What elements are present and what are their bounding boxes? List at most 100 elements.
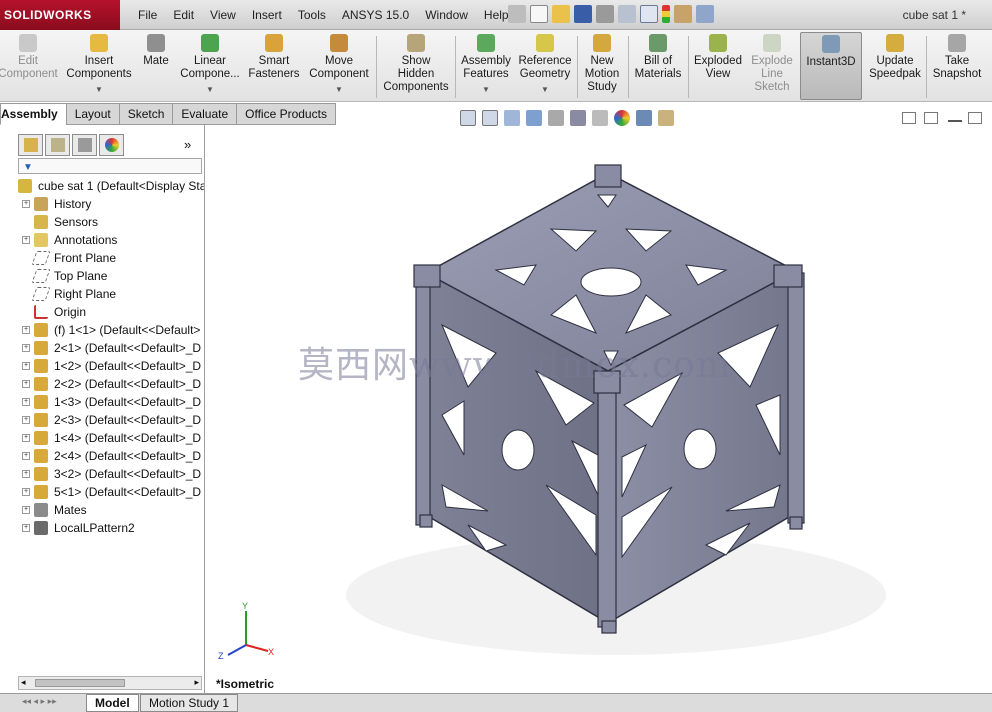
hide-show-items-icon[interactable] [592,110,608,126]
select-arrow-icon[interactable] [640,5,658,23]
tree-item[interactable]: + LocalLPattern2 [18,519,204,537]
expand-icon[interactable]: + [22,200,30,208]
instant3d-button[interactable]: Instant3D [800,32,862,100]
property-manager-tab[interactable] [45,134,70,156]
display-style-icon[interactable] [570,110,586,126]
smart-fasteners-button[interactable]: Smart Fasteners [246,34,302,81]
print-icon[interactable] [596,5,614,23]
pin-icon[interactable] [508,5,526,23]
undo-icon[interactable] [618,5,636,23]
new-motion-study-button[interactable]: New Motion Study [580,34,624,94]
expand-panel-icon[interactable]: » [184,134,191,158]
previous-view-icon[interactable] [504,110,520,126]
tab-layout[interactable]: Layout [65,103,120,125]
watermark: 莫西网www.3dmox.com [298,345,732,386]
solidworks-logo[interactable]: SOLIDWORKS [0,0,120,30]
minimize-icon[interactable] [948,112,962,122]
tree-item[interactable]: +2<2> (Default<<Default>_D [18,375,204,393]
expand-icon[interactable]: + [22,326,30,334]
expand-icon[interactable]: + [22,524,30,532]
tree-item[interactable]: +2<3> (Default<<Default>_D [18,411,204,429]
tree-item[interactable]: + Mates [18,501,204,519]
reference-geometry-button[interactable]: Reference Geometry ▼ [516,34,574,96]
tree-item[interactable]: Sensors [18,213,204,231]
expand-icon[interactable]: + [22,416,30,424]
menu-tools[interactable]: Tools [290,8,334,22]
tree-item[interactable]: +1<2> (Default<<Default>_D [18,357,204,375]
menu-view[interactable]: View [202,8,244,22]
tree-item[interactable]: Front Plane [18,249,204,267]
file-properties-icon[interactable] [674,5,692,23]
expand-icon[interactable]: + [22,434,30,442]
tab-evaluate[interactable]: Evaluate [172,103,238,125]
edit-component-button[interactable]: Edit Component [0,34,58,81]
expand-icon[interactable]: + [22,452,30,460]
tab-motion-study-1[interactable]: Motion Study 1 [140,694,239,712]
display-manager-tab[interactable] [99,134,124,156]
tree-item[interactable]: +2<4> (Default<<Default>_D [18,447,204,465]
move-component-button[interactable]: Move Component ▼ [306,34,372,96]
edit-appearance-icon[interactable] [614,110,630,126]
update-speedpak-button[interactable]: Update Speedpak [866,34,924,81]
insert-components-button[interactable]: Insert Components ▼ [64,34,134,96]
tree-item[interactable]: +1<4> (Default<<Default>_D [18,429,204,447]
view-settings-icon[interactable] [658,110,674,126]
tree-item[interactable]: Origin [18,303,204,321]
zoom-to-area-icon[interactable] [482,110,498,126]
tree-item[interactable]: +3<2> (Default<<Default>_D [18,465,204,483]
expand-icon[interactable]: + [22,488,30,496]
expand-icon[interactable]: + [22,380,30,388]
feature-manager-tab[interactable] [18,134,43,156]
menu-ansys[interactable]: ANSYS 15.0 [334,8,417,22]
tree-item[interactable]: + History [18,195,204,213]
expand-icon[interactable]: + [22,506,30,514]
zoom-to-fit-icon[interactable] [460,110,476,126]
tab-nav-arrows[interactable]: ◂◂ ◂ ▸ ▸▸ [22,696,57,707]
menu-window[interactable]: Window [417,8,476,22]
tab-sketch[interactable]: Sketch [118,103,174,125]
tree-item[interactable]: Right Plane [18,285,204,303]
view-orientation-icon[interactable] [548,110,564,126]
bill-of-materials-button[interactable]: Bill of Materials [632,34,684,81]
scroll-thumb[interactable] [35,679,125,687]
tree-item[interactable]: +1<3> (Default<<Default>_D [18,393,204,411]
tree-filter[interactable]: ▼ [18,158,202,174]
split-window-icon[interactable] [924,112,938,124]
save-icon[interactable] [574,5,592,23]
open-folder-icon[interactable] [552,5,570,23]
expand-icon[interactable]: + [22,362,30,370]
restore-icon[interactable] [968,112,982,124]
tree-item[interactable]: +5<1> (Default<<Default>_D [18,483,204,501]
tab-assembly[interactable]: Assembly [0,103,67,125]
take-snapshot-button[interactable]: Take Snapshot [928,34,986,81]
rebuild-icon[interactable] [662,5,670,23]
configuration-manager-tab[interactable] [72,134,97,156]
tab-office-products[interactable]: Office Products [236,103,336,125]
menu-insert[interactable]: Insert [244,8,290,22]
menu-edit[interactable]: Edit [165,8,202,22]
new-document-icon[interactable] [530,5,548,23]
expand-icon[interactable]: + [22,470,30,478]
exploded-view-button[interactable]: Exploded View [690,34,746,81]
assembly-features-button[interactable]: Assembly Features ▼ [457,34,515,96]
tree-item[interactable]: + (f) 1<1> (Default<<Default> [18,321,204,339]
tab-model[interactable]: Model [86,694,139,712]
options-icon[interactable] [696,5,714,23]
tree-item[interactable]: + Annotations [18,231,204,249]
tree-item[interactable]: Top Plane [18,267,204,285]
section-view-icon[interactable] [526,110,542,126]
linear-component-pattern-button[interactable]: Linear Compone... ▼ [178,34,242,96]
show-hidden-components-button[interactable]: Show Hidden Components [380,34,452,94]
mate-button[interactable]: Mate [138,34,174,68]
expand-icon[interactable]: + [22,398,30,406]
tile-window-icon[interactable] [902,112,916,124]
expand-icon[interactable]: + [22,344,30,352]
apply-scene-icon[interactable] [636,110,652,126]
tree-item[interactable]: +2<1> (Default<<Default>_D [18,339,204,357]
expand-icon[interactable]: + [22,236,30,244]
graphics-area[interactable]: Y X Z [206,125,992,693]
horizontal-scrollbar[interactable]: ◂ ▸ [18,676,202,690]
menu-file[interactable]: File [130,8,165,22]
explode-line-sketch-button[interactable]: Explode Line Sketch [748,34,796,94]
tree-root[interactable]: cube sat 1 (Default<Display Sta [18,177,204,195]
